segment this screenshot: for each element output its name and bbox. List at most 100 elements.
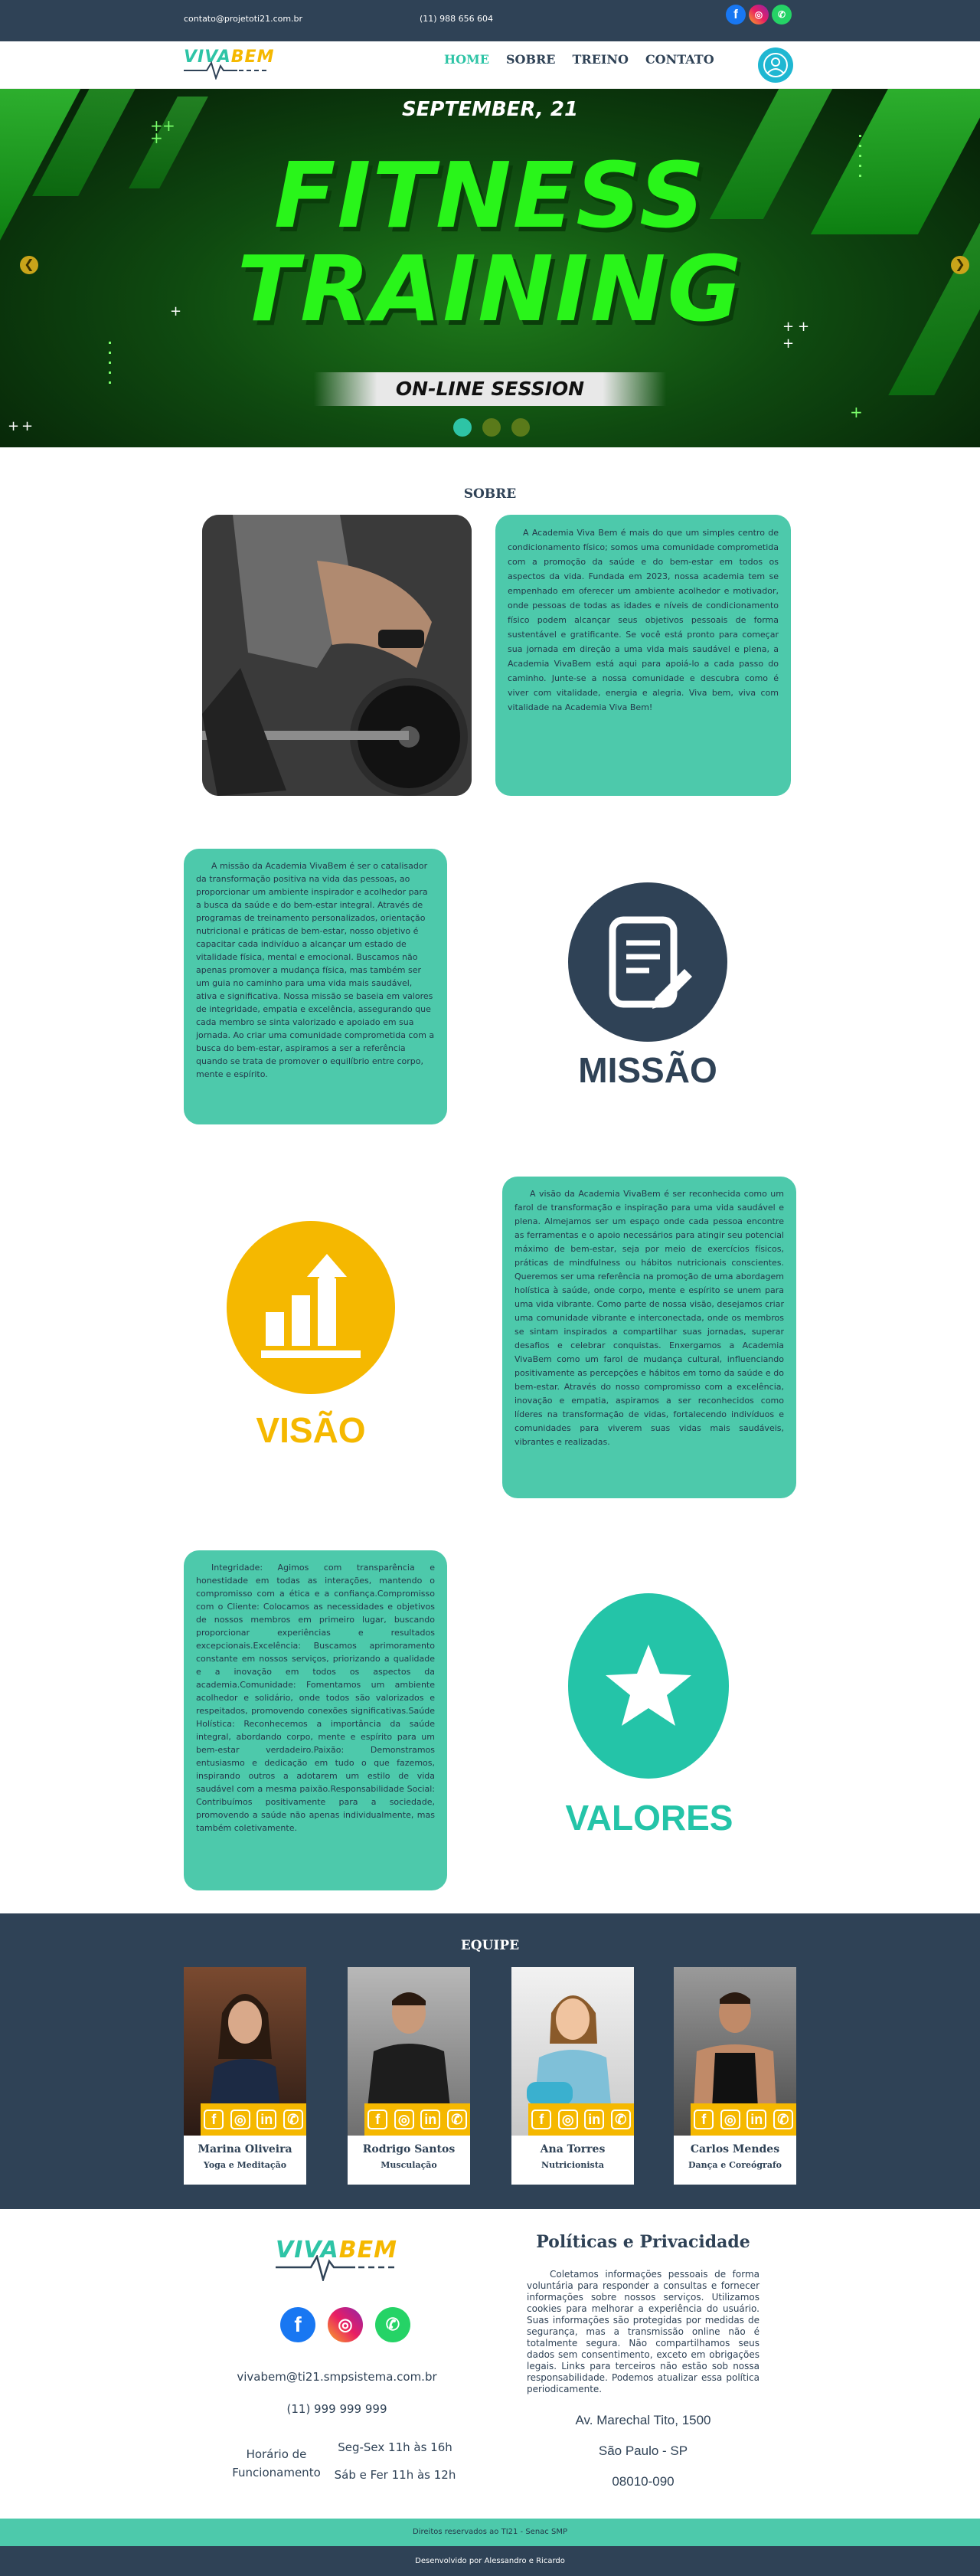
instagram-icon[interactable]: ◎ — [749, 5, 769, 25]
hours-weekdays: Seg-Sex 11h às 16h — [338, 2440, 452, 2454]
linkedin-icon[interactable]: in — [256, 2110, 277, 2129]
values-text: Integridade: Agimos com transparência e … — [196, 1563, 435, 1833]
whatsapp-icon[interactable]: ✆ — [446, 2110, 467, 2129]
carousel-dot-2[interactable] — [482, 418, 501, 437]
vision-label: VISÃO — [256, 1410, 366, 1450]
hero-title-line2: TRAINING — [237, 236, 743, 342]
footer-phone: (11) 999 999 999 — [286, 2402, 387, 2416]
about-text: A Academia Viva Bem é mais do que um sim… — [508, 528, 779, 712]
weightlifter-illustration — [202, 515, 472, 796]
linkedin-icon[interactable]: in — [420, 2110, 441, 2129]
plus-decoration: + — [850, 403, 863, 421]
growth-chart-icon — [261, 1254, 361, 1358]
social-bar: f ◎ in ✆ — [201, 2103, 306, 2136]
policy-title: Políticas e Privacidade — [536, 2232, 750, 2252]
nav-contato[interactable]: CONTATO — [645, 52, 714, 67]
team-title: EQUIPE — [460, 1938, 520, 1953]
contact-email[interactable]: contato@projetoti21.com.br — [184, 14, 302, 24]
facebook-icon[interactable]: f — [280, 2307, 315, 2342]
footer-socials: f ◎ ✆ — [280, 2307, 410, 2342]
hero-carousel: + + + + + + + + + + SEPTEMBER, 21 FITNES… — [0, 89, 980, 447]
whatsapp-icon[interactable]: ✆ — [375, 2307, 410, 2342]
heartbeat-icon — [184, 61, 270, 80]
policy-text: Coletamos informações pessoais de forma … — [527, 2269, 760, 2394]
member-name: Marina Oliveira — [198, 2143, 292, 2155]
mission-text-box: A missão da Academia VivaBem é ser o cat… — [184, 849, 447, 1124]
team-photo: f ◎ in ✆ — [674, 1967, 796, 2136]
whatsapp-icon[interactable]: ✆ — [772, 5, 792, 25]
vision-text: A visão da Academia VivaBem é ser reconh… — [514, 1189, 784, 1447]
nav-sobre[interactable]: SOBRE — [506, 52, 556, 67]
member-role: Dança e Coreógrafo — [688, 2160, 782, 2170]
linkedin-icon[interactable]: in — [584, 2110, 605, 2129]
star-icon — [606, 1645, 691, 1726]
hero-subtitle: ON-LINE SESSION — [314, 372, 666, 406]
nav-home[interactable]: HOME — [444, 52, 489, 67]
carousel-dot-1[interactable] — [453, 418, 472, 437]
instagram-icon[interactable]: ◎ — [720, 2110, 740, 2129]
team-section: EQUIPE f ◎ in ✆ Marina Oliveira Yoga e M… — [0, 1913, 980, 2209]
social-bar: f ◎ in ✆ — [691, 2103, 796, 2136]
logo[interactable]: VIVABEM — [184, 47, 273, 80]
whatsapp-icon[interactable]: ✆ — [610, 2110, 631, 2129]
carousel-prev-button[interactable]: ❮ — [20, 256, 38, 274]
carousel-indicators — [453, 418, 530, 437]
values-label: VALORES — [565, 1798, 733, 1838]
team-photo: f ◎ in ✆ — [511, 1967, 634, 2136]
hours-label: Horário de Funcionamento — [227, 2445, 326, 2482]
hours-label-line2: Funcionamento — [232, 2466, 321, 2479]
vision-text-box: A visão da Academia VivaBem é ser reconh… — [502, 1177, 796, 1498]
values-icon-circle — [568, 1593, 729, 1779]
facebook-icon[interactable]: f — [204, 2110, 224, 2129]
facebook-icon[interactable]: f — [694, 2110, 714, 2129]
member-name: Carlos Mendes — [690, 2143, 780, 2155]
about-title: SOBRE — [463, 486, 517, 502]
carousel-dot-3[interactable] — [511, 418, 530, 437]
contact-phone: (11) 988 656 604 — [420, 14, 494, 24]
footer-email[interactable]: vivabem@ti21.smpsistema.com.br — [230, 2370, 444, 2384]
footer-address: Av. Marechal Tito, 1500 — [575, 2413, 711, 2427]
user-icon — [763, 53, 788, 77]
heartbeat-icon — [276, 2255, 398, 2281]
social-bar: f ◎ in ✆ — [528, 2103, 634, 2136]
dots-decoration — [109, 342, 112, 384]
user-account-button[interactable] — [758, 47, 793, 83]
about-text-box: A Academia Viva Bem é mais do que um sim… — [495, 515, 791, 796]
member-role: Yoga e Meditação — [203, 2160, 287, 2170]
facebook-icon[interactable]: f — [726, 5, 746, 25]
about-image — [202, 515, 472, 796]
hero-title-line1: FITNESS — [273, 142, 707, 248]
team-photo: f ◎ in ✆ — [348, 1967, 470, 2136]
instagram-icon[interactable]: ◎ — [230, 2110, 250, 2129]
team-card: f ◎ in ✆ Carlos Mendes Dança e Coreógraf… — [674, 1967, 796, 2185]
team-card: f ◎ in ✆ Ana Torres Nutricionista — [511, 1967, 634, 2185]
social-bar: f ◎ in ✆ — [364, 2103, 470, 2136]
team-photo: f ◎ in ✆ — [184, 1967, 306, 2136]
footer-logo[interactable]: VIVABEM — [276, 2237, 398, 2283]
mission-icon-circle — [568, 882, 727, 1042]
hours-weekend: Sáb e Fer 11h às 12h — [334, 2468, 456, 2482]
member-name: Ana Torres — [540, 2143, 606, 2155]
instagram-icon[interactable]: ◎ — [328, 2307, 363, 2342]
member-role: Musculação — [381, 2160, 437, 2170]
values-text-box: Integridade: Agimos com transparência e … — [184, 1550, 447, 1890]
hero-date: SEPTEMBER, 21 — [401, 98, 579, 121]
rights-bar: Direitos reservados ao TI21 - Senac SMP — [0, 2519, 980, 2546]
whatsapp-icon[interactable]: ✆ — [283, 2110, 303, 2129]
linkedin-icon[interactable]: in — [746, 2110, 767, 2129]
nav-treino[interactable]: TREINO — [572, 52, 628, 67]
facebook-icon[interactable]: f — [531, 2110, 552, 2129]
whatsapp-icon[interactable]: ✆ — [773, 2110, 793, 2129]
member-name: Rodrigo Santos — [362, 2143, 456, 2155]
plus-decoration: + — [21, 418, 34, 434]
nav-menu: HOME SOBRE TREINO CONTATO — [444, 52, 714, 67]
member-role: Nutricionista — [541, 2160, 604, 2170]
facebook-icon[interactable]: f — [368, 2110, 388, 2129]
main-nav: VIVABEM HOME SOBRE TREINO CONTATO — [0, 41, 980, 89]
footer-city: São Paulo - SP — [598, 2443, 688, 2458]
hours-label-line1: Horário de — [246, 2447, 307, 2461]
instagram-icon[interactable]: ◎ — [557, 2110, 578, 2129]
instagram-icon[interactable]: ◎ — [394, 2110, 414, 2129]
top-socials: f ◎ ✆ — [726, 5, 792, 25]
carousel-next-button[interactable]: ❯ — [951, 256, 969, 274]
